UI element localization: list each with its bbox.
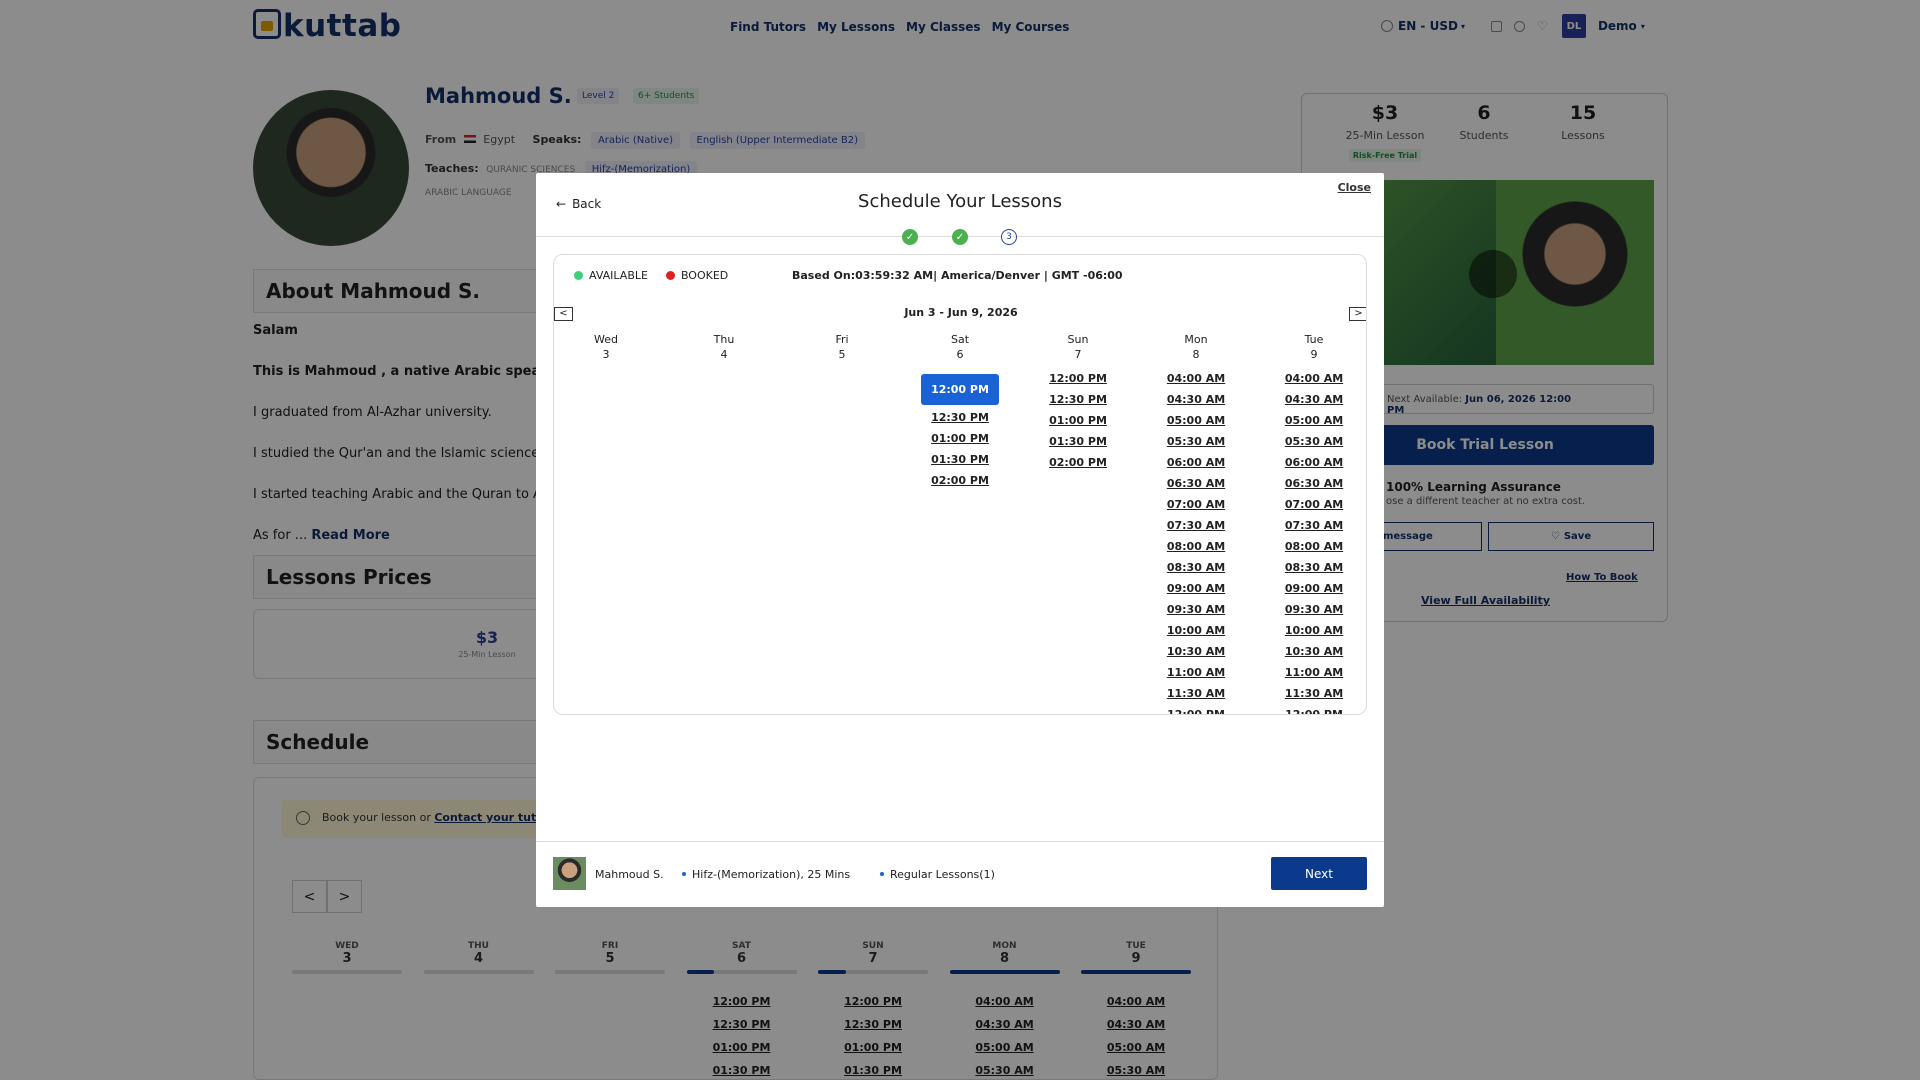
time-slot[interactable]: 06:00 AM — [1264, 456, 1364, 469]
available-dot-icon — [574, 271, 583, 280]
time-slot[interactable]: 12:00 PM — [1264, 708, 1364, 714]
calendar-legend: AVAILABLE BOOKED — [574, 269, 728, 282]
step-2-complete-icon: ✓ — [952, 229, 968, 245]
time-slot[interactable]: 08:30 AM — [1146, 561, 1246, 574]
time-slot[interactable]: 08:30 AM — [1264, 561, 1364, 574]
time-slot[interactable]: 04:00 AM — [1264, 372, 1364, 385]
time-slot[interactable]: 11:00 AM — [1264, 666, 1364, 679]
time-slot[interactable]: 04:00 AM — [1146, 372, 1246, 385]
next-week-button[interactable]: > — [1349, 307, 1366, 321]
time-slot-selected[interactable]: 12:00 PM — [921, 374, 999, 405]
tutor-thumbnail — [553, 857, 586, 890]
time-slot[interactable]: 05:00 AM — [1146, 414, 1246, 427]
time-slot[interactable]: 08:00 AM — [1146, 540, 1246, 553]
time-slot[interactable]: 06:30 AM — [1264, 477, 1364, 490]
day-header: Tue 9 — [1304, 333, 1324, 361]
time-slot[interactable]: 07:00 AM — [1264, 498, 1364, 511]
time-slot[interactable]: 05:30 AM — [1264, 435, 1364, 448]
time-slot[interactable]: 01:30 PM — [910, 453, 1010, 466]
time-slot[interactable]: 11:30 AM — [1264, 687, 1364, 700]
close-button[interactable]: Close — [1338, 181, 1371, 194]
time-slot[interactable]: 08:00 AM — [1264, 540, 1364, 553]
step-1-complete-icon: ✓ — [902, 229, 918, 245]
time-slot[interactable]: 09:30 AM — [1264, 603, 1364, 616]
time-slot[interactable]: 12:00 PM — [1028, 372, 1128, 385]
time-slot[interactable]: 04:30 AM — [1264, 393, 1364, 406]
day-header: Sun 7 — [1067, 333, 1089, 361]
time-slot[interactable]: 09:00 AM — [1264, 582, 1364, 595]
time-slot[interactable]: 12:00 PM — [1146, 708, 1246, 714]
time-slot[interactable]: 02:00 PM — [1028, 456, 1128, 469]
time-slot[interactable]: 06:00 AM — [1146, 456, 1246, 469]
day-header: Fri 5 — [835, 333, 849, 361]
time-slot[interactable]: 12:30 PM — [1028, 393, 1128, 406]
time-slot[interactable]: 07:30 AM — [1264, 519, 1364, 532]
next-button[interactable]: Next — [1271, 857, 1367, 890]
booked-dot-icon — [665, 271, 675, 280]
footer-tutor-name: Mahmoud S. — [595, 868, 664, 881]
time-slot[interactable]: 01:30 PM — [1028, 435, 1128, 448]
time-slot[interactable]: 11:30 AM — [1146, 687, 1246, 700]
time-slot[interactable]: 07:30 AM — [1146, 519, 1246, 532]
time-slot[interactable]: 09:00 AM — [1146, 582, 1246, 595]
time-slot[interactable]: 01:00 PM — [910, 432, 1010, 445]
time-slot[interactable]: 10:30 AM — [1264, 645, 1364, 658]
time-slot[interactable]: 05:30 AM — [1146, 435, 1246, 448]
time-slot[interactable]: 04:30 AM — [1146, 393, 1246, 406]
footer-lesson-type: Regular Lessons(1) — [880, 868, 995, 881]
schedule-modal: ← Back Schedule Your Lessons Close ✓ ✓ 3 … — [536, 173, 1384, 907]
time-slot[interactable]: 02:00 PM — [910, 474, 1010, 487]
modal-header: ← Back Schedule Your Lessons Close ✓ ✓ 3 — [536, 173, 1384, 245]
footer-subject: Hifz-(Memorization), 25 Mins — [682, 868, 850, 881]
time-slot[interactable]: 05:00 AM — [1264, 414, 1364, 427]
time-slot[interactable]: 06:30 AM — [1146, 477, 1246, 490]
time-slot[interactable]: 01:00 PM — [1028, 414, 1128, 427]
time-slot[interactable]: 09:30 AM — [1146, 603, 1246, 616]
day-header: Sat 6 — [950, 333, 970, 361]
day-header: Wed 3 — [594, 333, 618, 361]
time-slot[interactable]: 10:30 AM — [1146, 645, 1246, 658]
availability-calendar: AVAILABLE BOOKED Based On:03:59:32 AM| A… — [553, 254, 1367, 715]
time-slot[interactable]: 12:30 PM — [910, 411, 1010, 424]
day-header: Mon 8 — [1184, 333, 1208, 361]
timezone-info: Based On:03:59:32 AM| America/Denver | G… — [792, 269, 1123, 282]
step-3-current: 3 — [1001, 229, 1017, 245]
time-slot[interactable]: 10:00 AM — [1146, 624, 1246, 637]
day-header: Thu 4 — [713, 333, 735, 361]
time-slot[interactable]: 11:00 AM — [1146, 666, 1246, 679]
modal-footer: Mahmoud S. Hifz-(Memorization), 25 Mins … — [536, 841, 1384, 907]
date-range: Jun 3 - Jun 9, 2026 — [904, 306, 1018, 319]
modal-title: Schedule Your Lessons — [858, 191, 1062, 212]
time-slot[interactable]: 07:00 AM — [1146, 498, 1246, 511]
time-slot[interactable]: 10:00 AM — [1264, 624, 1364, 637]
